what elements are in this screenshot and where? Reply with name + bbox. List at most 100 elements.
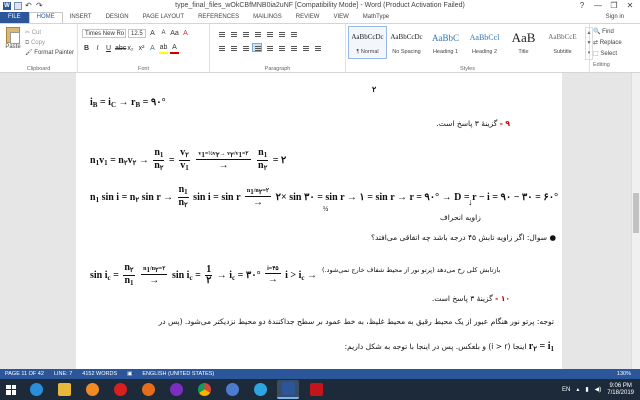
line-spacing-button[interactable] (288, 43, 298, 52)
sign-in-link[interactable]: Sign in (606, 12, 624, 23)
vertical-scrollbar[interactable] (631, 73, 640, 369)
ltr-button[interactable] (264, 43, 274, 52)
start-button[interactable] (0, 379, 22, 400)
tab-file[interactable]: FILE (0, 12, 29, 23)
style-heading-2[interactable]: AaBbCcl Heading 2 (465, 26, 504, 59)
page-number-top: ۲ (372, 85, 377, 94)
tab-references[interactable]: REFERENCES (191, 12, 246, 23)
style-title[interactable]: AaB Title (504, 26, 543, 59)
telegram-app[interactable] (249, 380, 271, 399)
font-color-button[interactable]: A (170, 43, 179, 54)
font-size-select[interactable]: 12.5 (128, 29, 146, 38)
save-icon[interactable] (14, 2, 22, 10)
word-app[interactable] (277, 380, 299, 399)
shading-button[interactable] (300, 43, 310, 52)
refraction-angle-label: زاویه انحراف (440, 213, 481, 222)
ie-icon (29, 383, 43, 396)
tab-insert[interactable]: INSERT (63, 12, 99, 23)
replace-button[interactable]: ⇄ Replace (593, 38, 622, 49)
bullets-button[interactable] (216, 29, 226, 38)
grow-font-button[interactable]: A (148, 29, 157, 38)
strikethrough-button[interactable]: abc (115, 44, 126, 53)
highlight-button[interactable]: ab (159, 43, 168, 54)
app-generic[interactable] (221, 380, 243, 399)
zoom-level[interactable]: 130% (612, 369, 636, 379)
copy-button[interactable]: ⧉ Copy (25, 38, 74, 48)
increase-indent-button[interactable] (264, 29, 274, 38)
clipboard-group: Paste ✂ Cut ⧉ Copy 🖌 Format Painter Clip… (0, 24, 78, 73)
word-icon: W (3, 2, 11, 10)
equation-1: iB = iC → rB = ۹۰° (90, 97, 166, 109)
maximize-button[interactable]: ❐ (606, 0, 622, 12)
clock[interactable]: 9:06 PM 7/18/2019 (607, 383, 634, 397)
change-case-button[interactable]: Aa (170, 29, 179, 38)
styles-scroll[interactable]: ▲ ▼ ▾ (585, 27, 593, 60)
help-button[interactable]: ? (574, 0, 590, 12)
close-button[interactable]: ✕ (622, 0, 638, 12)
align-left-button[interactable] (216, 43, 226, 52)
explorer-app[interactable] (53, 380, 75, 399)
minimize-button[interactable]: — (590, 0, 606, 12)
document-page[interactable]: ۲ iB = iC → rB = ۹۰° ۹ - گزینهٔ ۳ پاسخ ا… (76, 73, 562, 369)
tab-mailings[interactable]: MAILINGS (246, 12, 289, 23)
windows-icon (6, 384, 16, 395)
firefox-app[interactable] (137, 380, 159, 399)
style-no-spacing[interactable]: AaBbCcDc No Spacing (387, 26, 426, 59)
style-subtitle[interactable]: AaBbCcE Subtitle (543, 26, 582, 59)
sort-button[interactable] (276, 29, 286, 38)
rtl-button[interactable] (276, 43, 286, 52)
player-app[interactable] (165, 380, 187, 399)
align-center-button[interactable] (228, 43, 238, 52)
tab-page-layout[interactable]: PAGE LAYOUT (136, 12, 191, 23)
clipboard-label: Clipboard (26, 66, 51, 72)
underline-button[interactable]: U (104, 44, 113, 53)
undo-icon[interactable]: ↶ (25, 2, 33, 10)
clear-format-icon[interactable]: A (181, 29, 190, 38)
style-heading-1[interactable]: AaBbC Heading 1 (426, 26, 465, 59)
cut-button[interactable]: ✂ Cut (25, 28, 74, 38)
acrobat-app[interactable] (305, 380, 327, 399)
find-button[interactable]: 🔍 Find (593, 27, 622, 38)
network-icon[interactable]: ▮ (585, 386, 588, 393)
justify-button[interactable] (252, 43, 262, 52)
tab-mathtype[interactable]: MathType (356, 12, 396, 23)
align-right-button[interactable] (240, 43, 250, 52)
format-painter-button[interactable]: 🖌 Format Painter (25, 48, 74, 58)
select-button[interactable]: ⬚ Select (593, 49, 622, 60)
scroll-thumb[interactable] (633, 193, 639, 233)
media-app[interactable] (81, 380, 103, 399)
font-name-select[interactable]: Times New Ro (82, 29, 126, 38)
proofing-icon[interactable]: ▣ (122, 371, 137, 377)
subscript-button[interactable]: x₂ (126, 44, 135, 53)
paste-button[interactable]: Paste (4, 27, 22, 50)
chrome-app[interactable] (193, 380, 215, 399)
tab-home[interactable]: HOME (28, 12, 63, 23)
tray-expand-icon[interactable]: ▴ (576, 386, 579, 393)
style-normal[interactable]: AaBbCcDc ¶ Normal (348, 26, 387, 59)
tab-view[interactable]: VIEW (326, 12, 355, 23)
shrink-font-button[interactable]: A (159, 29, 168, 38)
italic-button[interactable]: I (93, 44, 102, 53)
question-10-line: ۱۰ - گزینهٔ ۳ پاسخ است. (432, 294, 510, 303)
input-language[interactable]: EN (562, 387, 570, 393)
page-count[interactable]: PAGE 11 OF 42 (0, 371, 49, 377)
superscript-button[interactable]: x² (137, 44, 146, 53)
acrobat-icon (309, 383, 323, 396)
numbering-button[interactable] (228, 29, 238, 38)
multilevel-list-button[interactable] (240, 29, 250, 38)
tab-design[interactable]: DESIGN (99, 12, 136, 23)
language-indicator[interactable]: ENGLISH (UNITED STATES) (137, 371, 219, 377)
opera-app[interactable] (109, 380, 131, 399)
question-line: ● سوال: اگر زاویه تابش ۴۵ درجه باشد چه ا… (370, 233, 556, 242)
bold-button[interactable]: B (82, 44, 91, 53)
redo-icon[interactable]: ↷ (36, 2, 44, 10)
ie-app[interactable] (25, 380, 47, 399)
decrease-indent-button[interactable] (252, 29, 262, 38)
word-count[interactable]: 4152 WORDS (77, 371, 122, 377)
show-marks-button[interactable] (288, 29, 298, 38)
tab-review[interactable]: REVIEW (289, 12, 327, 23)
editing-group: 🔍 Find ⇄ Replace ⬚ Select Editing (593, 27, 622, 71)
volume-icon[interactable]: ◀) (595, 386, 602, 393)
borders-button[interactable] (312, 43, 322, 52)
text-effects-button[interactable]: A (148, 44, 157, 53)
